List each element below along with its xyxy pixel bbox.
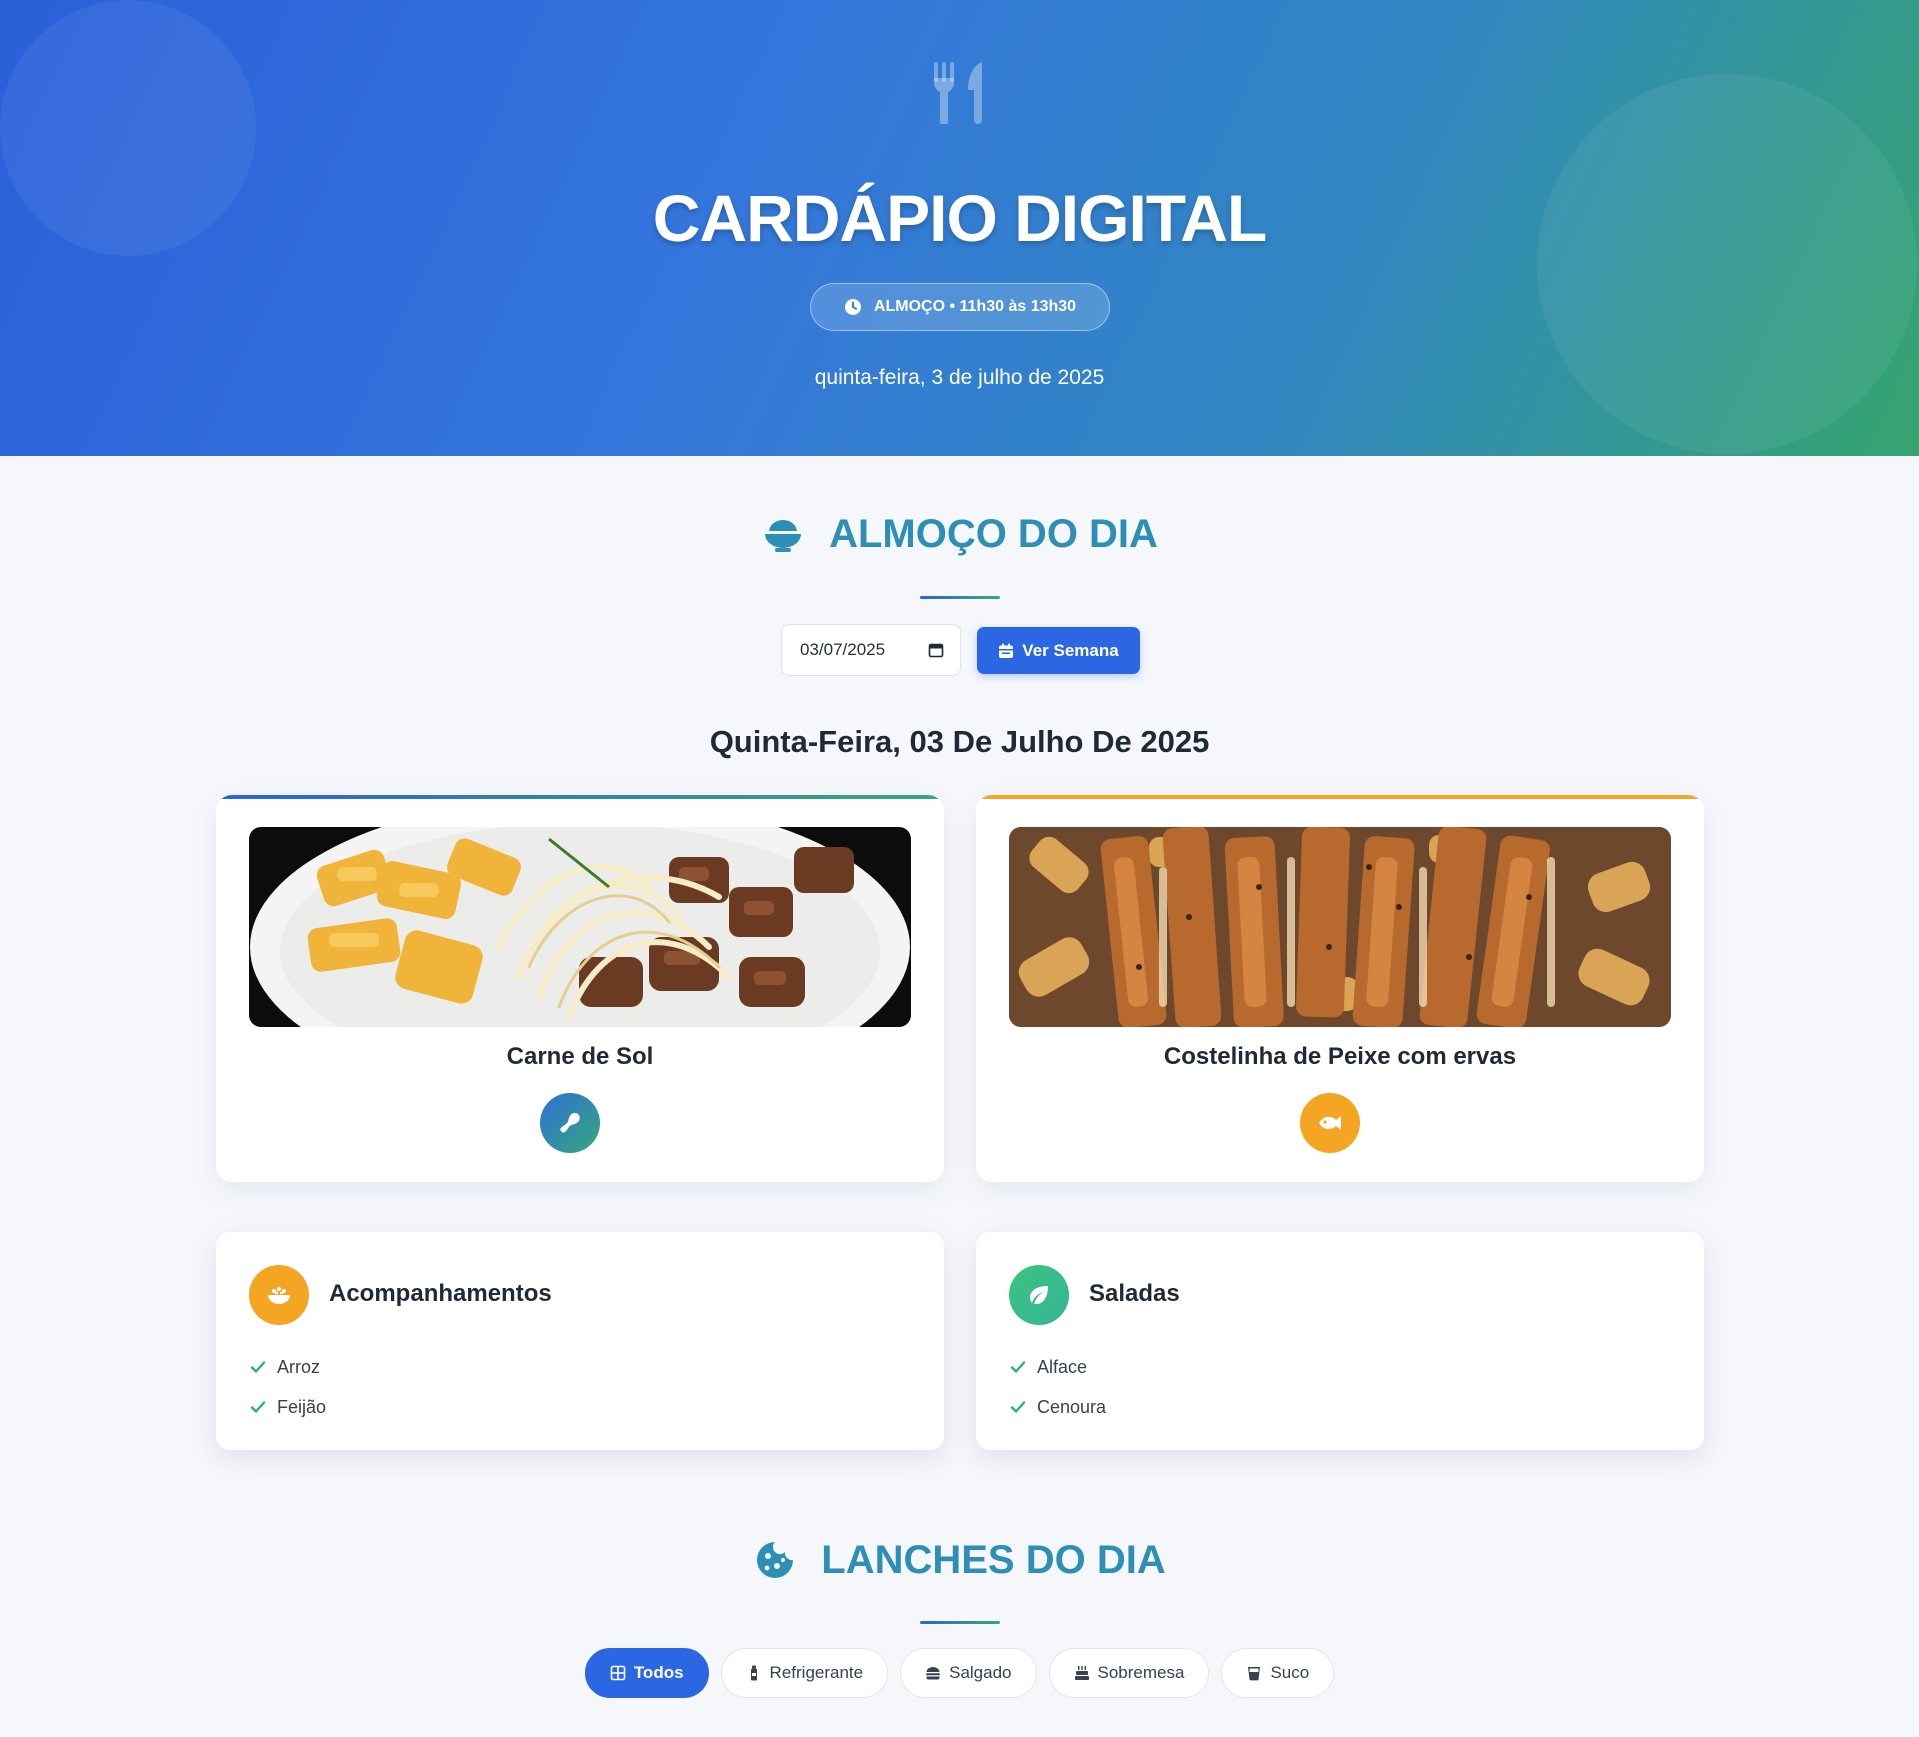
- snacks-section-title: LANCHES DO DIA: [821, 1537, 1166, 1582]
- date-input-value: 03/07/2025: [800, 640, 886, 659]
- view-week-label: Ver Semana: [1022, 640, 1119, 660]
- dish-photo: [1009, 827, 1671, 1027]
- filter-chip-salgado[interactable]: Salgado: [900, 1648, 1037, 1698]
- filter-chip-refrigerante[interactable]: Refrigerante: [720, 1648, 889, 1698]
- sides-list: Arroz Feijão: [249, 1347, 326, 1427]
- filter-label: Suco: [1270, 1663, 1310, 1682]
- filter-label: Todos: [633, 1663, 684, 1682]
- meal-period-text: ALMOÇO • 11h30 às 13h30: [873, 298, 1077, 315]
- sides-title: Acompanhamentos: [329, 1280, 552, 1307]
- dish-card[interactable]: Costelinha de Peixe com ervas: [976, 795, 1704, 1182]
- dish-card[interactable]: Carne de Sol: [216, 795, 944, 1182]
- cookie-icon: [757, 1542, 794, 1578]
- clock-icon: [844, 299, 861, 315]
- burger-icon: [926, 1667, 941, 1680]
- filter-label: Sobremesa: [1097, 1663, 1185, 1682]
- filter-chip-todos[interactable]: Todos: [584, 1648, 709, 1698]
- filter-label: Salgado: [949, 1663, 1012, 1682]
- dish-name: Costelinha de Peixe com ervas: [1163, 1043, 1517, 1070]
- current-date: quinta-feira, 3 de julho de 2025: [814, 366, 1105, 389]
- dish-name: Carne de Sol: [506, 1043, 654, 1070]
- filter-chip-suco[interactable]: Suco: [1221, 1648, 1335, 1698]
- lunch-section-title: ALMOÇO DO DIA: [829, 511, 1158, 556]
- list-item-label: Alface: [1037, 1356, 1088, 1377]
- sides-card: Acompanhamentos Arroz Feijão: [216, 1232, 944, 1450]
- card-accent-bar: [976, 795, 1704, 799]
- bowl-rice-icon: [268, 1287, 290, 1304]
- page-title: CARDÁPIO DIGITAL: [652, 181, 1267, 255]
- bottle-icon: [750, 1665, 757, 1681]
- side-dish-badge: [249, 1265, 309, 1325]
- list-item: Arroz: [249, 1347, 326, 1387]
- date-picker-input[interactable]: 03/07/2025: [781, 624, 961, 676]
- filter-chip-sobremesa[interactable]: Sobremesa: [1048, 1648, 1210, 1698]
- meat-icon: [560, 1113, 580, 1133]
- decorative-circle: [1537, 74, 1917, 454]
- calendar-week-icon: [999, 643, 1014, 658]
- check-icon: [1010, 1361, 1026, 1373]
- list-item-label: Arroz: [277, 1356, 321, 1377]
- salads-card: Saladas Alface Cenoura: [976, 1232, 1704, 1450]
- check-icon: [250, 1361, 266, 1373]
- dish-photo: [249, 827, 911, 1027]
- list-item-label: Feijão: [277, 1396, 327, 1417]
- check-icon: [1010, 1401, 1026, 1413]
- cake-icon: [1074, 1666, 1089, 1680]
- list-item: Feijão: [249, 1387, 326, 1427]
- calendar-icon[interactable]: [928, 642, 944, 658]
- bowl-icon: [765, 520, 802, 552]
- glass-icon: [1248, 1667, 1261, 1681]
- lunch-section-heading: ALMOÇO DO DIA: [0, 504, 1919, 564]
- list-item: Alface: [1009, 1347, 1106, 1387]
- section-divider: [920, 596, 1000, 599]
- dish-type-badge: [540, 1093, 600, 1153]
- meal-period-badge: ALMOÇO • 11h30 às 13h30: [810, 283, 1110, 331]
- fish-icon: [1319, 1116, 1341, 1130]
- section-divider: [920, 1621, 1000, 1624]
- utensils-icon: [934, 62, 982, 124]
- snacks-section-heading: LANCHES DO DIA: [0, 1530, 1919, 1590]
- salad-badge: [1009, 1265, 1069, 1325]
- snack-filter-bar: Todos Refrigerante Salgado Sobremesa Suc…: [0, 1648, 1919, 1698]
- salads-list: Alface Cenoura: [1009, 1347, 1106, 1427]
- filter-label: Refrigerante: [769, 1663, 864, 1682]
- grid-icon: [610, 1665, 626, 1681]
- list-item-label: Cenoura: [1037, 1396, 1107, 1417]
- list-item: Cenoura: [1009, 1387, 1106, 1427]
- leaf-icon: [1030, 1286, 1048, 1305]
- selected-day-title: Quinta-Feira, 03 De Julho De 2025: [709, 724, 1210, 759]
- check-icon: [250, 1401, 266, 1413]
- hero-banner: CARDÁPIO DIGITAL ALMOÇO • 11h30 às 13h30…: [0, 0, 1919, 456]
- salads-title: Saladas: [1089, 1280, 1180, 1307]
- card-accent-bar: [216, 795, 944, 799]
- dish-type-badge: [1300, 1093, 1360, 1153]
- view-week-button[interactable]: Ver Semana: [977, 627, 1140, 674]
